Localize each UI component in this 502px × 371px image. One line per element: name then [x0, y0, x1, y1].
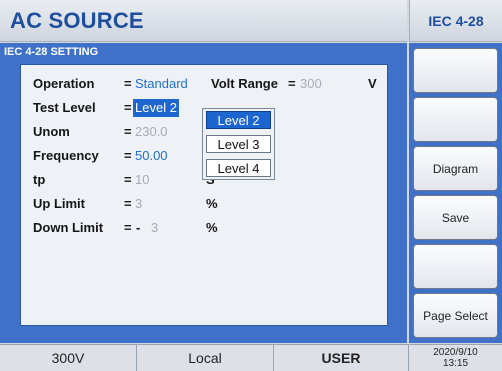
operation-eq: = — [124, 76, 132, 91]
down-limit-unit: % — [206, 220, 218, 235]
test-level-value[interactable]: Level 2 — [133, 99, 179, 117]
setting-panel: IEC 4-28 SETTING Operation = Standard Vo… — [0, 43, 407, 343]
status-user: USER — [274, 345, 409, 371]
tp-label: tp — [33, 172, 46, 187]
unom-label: Unom — [33, 124, 70, 139]
mode-title: IEC 4-28 — [409, 0, 502, 42]
test-level-dropdown: Level 2 Level 3 Level 4 — [202, 108, 275, 180]
tp-value[interactable]: 10 — [135, 170, 149, 190]
status-range: 300V — [0, 345, 137, 371]
down-limit-value[interactable]: 3 — [151, 218, 158, 238]
panel-title: IEC 4-28 SETTING — [4, 46, 99, 58]
status-time: 13:15 — [442, 358, 469, 369]
test-level-label: Test Level — [33, 100, 96, 115]
row-operation: Operation = Standard Volt Range = 300 V — [33, 74, 383, 94]
dropdown-option-level-3[interactable]: Level 3 — [206, 135, 271, 153]
dropdown-option-level-4[interactable]: Level 4 — [206, 159, 271, 177]
unom-eq: = — [124, 124, 132, 139]
unom-value[interactable]: 230.0 — [135, 122, 168, 142]
softkey-column: Diagram Save Page Select — [409, 43, 502, 343]
settings-form: Operation = Standard Volt Range = 300 V … — [20, 64, 388, 326]
save-button[interactable]: Save — [413, 195, 498, 240]
test-level-eq: = — [124, 100, 132, 115]
volt-range-value[interactable]: 300 — [300, 74, 322, 94]
up-limit-eq: = — [124, 196, 132, 211]
softkey-5[interactable] — [413, 244, 498, 289]
page-select-button[interactable]: Page Select — [413, 293, 498, 338]
status-bar: 300V Local USER 2020/9/10 13:15 — [0, 344, 502, 371]
frequency-eq: = — [124, 148, 132, 163]
down-limit-sign: - — [136, 220, 141, 235]
up-limit-unit: % — [206, 196, 218, 211]
softkey-2[interactable] — [413, 97, 498, 142]
frequency-label: Frequency — [33, 148, 99, 163]
diagram-button[interactable]: Diagram — [413, 146, 498, 191]
row-up-limit: Up Limit = 3 % — [33, 194, 233, 214]
status-control: Local — [137, 345, 274, 371]
header-bar: AC SOURCE — [0, 0, 407, 42]
dropdown-option-level-2[interactable]: Level 2 — [206, 111, 271, 129]
down-limit-eq: = — [124, 220, 132, 235]
down-limit-label: Down Limit — [33, 220, 104, 235]
tp-eq: = — [124, 172, 132, 187]
status-clock: 2020/9/10 13:15 — [409, 347, 502, 369]
volt-range-eq: = — [288, 76, 296, 91]
up-limit-value[interactable]: 3 — [135, 194, 142, 214]
frequency-value[interactable]: 50.00 — [135, 146, 168, 166]
operation-value[interactable]: Standard — [135, 74, 188, 94]
up-limit-label: Up Limit — [33, 196, 85, 211]
status-date: 2020/9/10 — [433, 347, 478, 358]
volt-range-label: Volt Range — [211, 76, 278, 91]
softkey-1[interactable] — [413, 48, 498, 93]
ac-source-screen: AC SOURCE IEC 4-28 IEC 4-28 SETTING Oper… — [0, 0, 502, 371]
app-title: AC SOURCE — [10, 8, 144, 33]
operation-label: Operation — [33, 76, 95, 91]
volt-range-unit: V — [368, 76, 377, 91]
row-down-limit: Down Limit = - 3 % — [33, 218, 233, 238]
